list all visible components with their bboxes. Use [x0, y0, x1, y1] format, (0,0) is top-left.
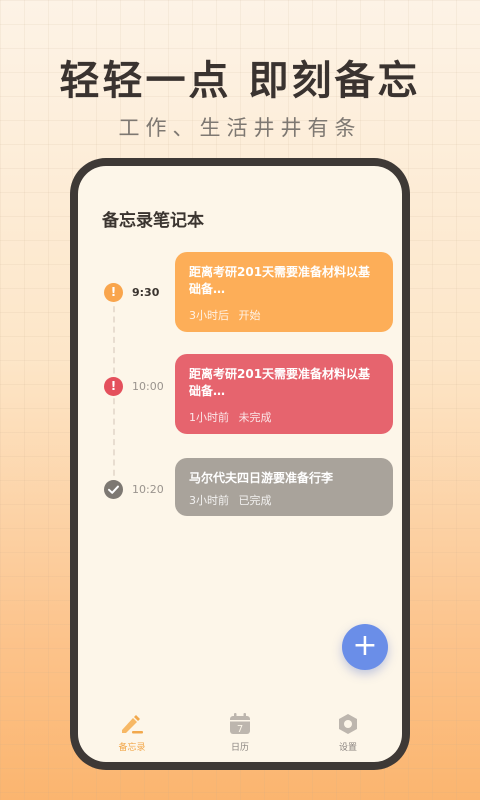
promo-subline: 工作、生活井井有条: [118, 116, 362, 140]
calendar-icon: 7: [195, 712, 285, 736]
memo-time: 10:20: [132, 483, 164, 496]
exclamation-icon: !: [104, 283, 123, 302]
app-title: 备忘录笔记本: [102, 211, 204, 231]
tab-calendar[interactable]: 7 日历: [195, 708, 285, 762]
phone-frame: 备忘录笔记本 ! 9:30 距离考研201天需要准备材料以基础备… 3小时后 开…: [70, 158, 410, 770]
tab-settings[interactable]: 设置: [303, 708, 393, 762]
promo-headline: 轻轻一点 即刻备忘: [59, 58, 421, 104]
memo-time: 10:00: [132, 380, 164, 393]
memo-title: 距离考研201天需要准备材料以基础备…: [189, 367, 371, 398]
memo-card[interactable]: 距离考研201天需要准备材料以基础备… 3小时后 开始: [175, 252, 393, 332]
settings-hex-icon: [303, 712, 393, 736]
check-icon: [104, 480, 123, 499]
tab-label: 日历: [230, 743, 249, 753]
memo-state: 未完成: [238, 411, 272, 424]
memo-meta: 3小时后 开始: [189, 307, 379, 323]
calendar-day: 7: [237, 724, 243, 735]
memo-pen-icon: [87, 712, 177, 736]
memo-state: 已完成: [238, 494, 272, 507]
memo-relative-time: 3小时后: [189, 309, 229, 322]
memo-card[interactable]: 距离考研201天需要准备材料以基础备… 1小时前 未完成: [175, 354, 393, 434]
plus-icon: +: [352, 628, 378, 663]
memo-title: 距离考研201天需要准备材料以基础备…: [189, 265, 371, 296]
memo-meta: 3小时前 已完成: [189, 492, 379, 508]
memo-relative-time: 3小时前: [189, 494, 229, 507]
memo-state: 开始: [238, 309, 261, 322]
add-memo-button[interactable]: +: [342, 624, 388, 670]
memo-time: 9:30: [132, 286, 160, 299]
tab-label: 备忘录: [118, 743, 146, 753]
memo-card[interactable]: 马尔代夫四日游要准备行李 3小时前 已完成: [175, 458, 393, 516]
exclamation-icon: !: [104, 377, 123, 396]
tab-memo[interactable]: 备忘录: [87, 708, 177, 762]
check-icon: [108, 485, 119, 494]
bottom-tab-bar: 备忘录 7 日历 设置: [78, 708, 402, 762]
memo-title: 马尔代夫四日游要准备行李: [189, 471, 334, 485]
memo-relative-time: 1小时前: [189, 411, 229, 424]
tab-label: 设置: [338, 743, 357, 753]
app-screen: 备忘录笔记本 ! 9:30 距离考研201天需要准备材料以基础备… 3小时后 开…: [78, 166, 402, 762]
memo-meta: 1小时前 未完成: [189, 409, 379, 425]
